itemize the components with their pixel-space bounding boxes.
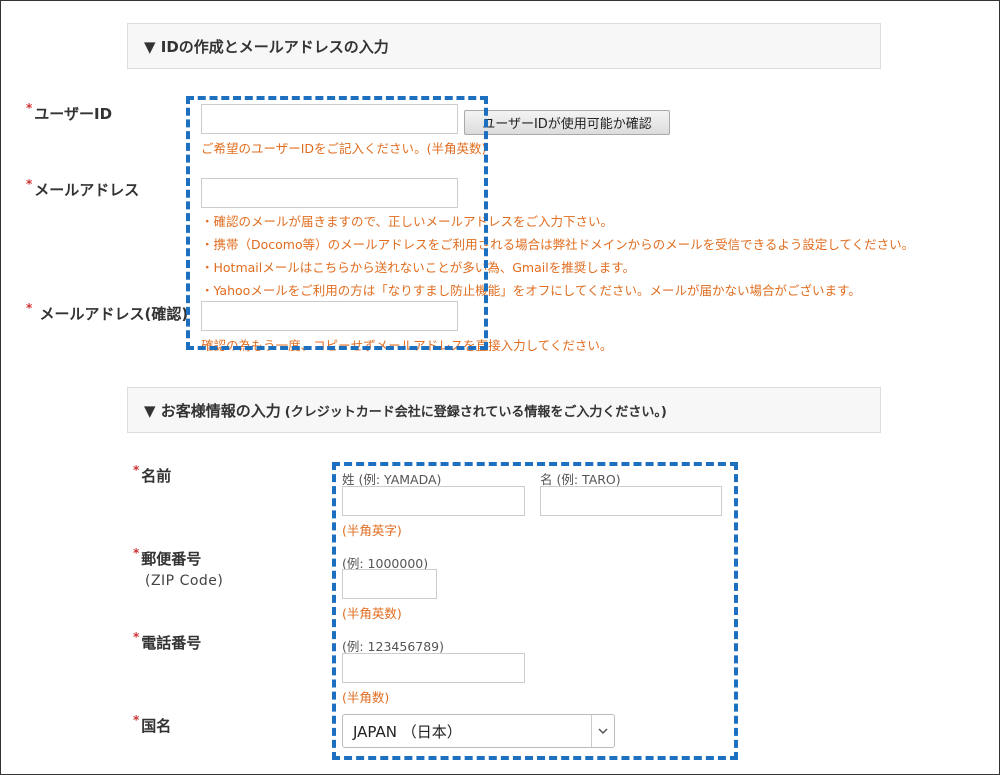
name-note: (半角英字) (342, 523, 402, 538)
country-selected-value: JAPAN （日本） (353, 722, 462, 741)
email-note-3: ・Hotmailメールはこちらから送れないことが多い為、Gmailを推奨します。 (201, 260, 635, 275)
user-id-label: * ユーザーID (26, 101, 113, 123)
zip-sublabel: (ZIP Code) (145, 573, 224, 589)
required-mark: * (26, 301, 33, 315)
section-subtitle: (クレジットカード会社に登録されている情報をご入力ください。) (284, 404, 667, 420)
country-select[interactable]: JAPAN （日本） (342, 714, 615, 748)
user-id-note: ご希望のユーザーIDをご記入ください。(半角英数) (201, 141, 487, 156)
zip-note: (半角英数) (342, 606, 402, 621)
required-mark: * (133, 546, 140, 560)
country-label: * 国名 (133, 713, 172, 735)
zip-label: * 郵便番号 (133, 546, 202, 568)
email-note-2: ・携帯（Docomo等）のメールアドレスをご利用される場合は弊社ドメインからのメ… (201, 237, 915, 252)
section-header-customer-info: ▼ お客様情報の入力 (クレジットカード会社に登録されている情報をご入力ください… (127, 387, 881, 433)
zip-input[interactable] (342, 569, 437, 599)
first-name-input[interactable] (540, 486, 722, 516)
chevron-down-icon[interactable] (591, 715, 614, 747)
required-mark: * (133, 463, 140, 477)
phone-input[interactable] (342, 653, 525, 683)
required-mark: * (133, 630, 140, 644)
phone-label: * 電話番号 (133, 630, 202, 652)
name-label: * 名前 (133, 463, 172, 485)
phone-note: (半角数) (342, 690, 390, 705)
section-title: ▼ お客様情報の入力 (144, 401, 281, 420)
email-confirm-input[interactable] (201, 301, 458, 331)
required-mark: * (26, 101, 33, 115)
email-confirm-label: * メールアドレス(確認) (26, 301, 189, 323)
check-user-id-button[interactable]: ユーザーIDが使用可能か確認 (464, 110, 670, 135)
section-header-id-email: ▼ IDの作成とメールアドレスの入力 (127, 23, 881, 69)
section-title: ▼ IDの作成とメールアドレスの入力 (144, 37, 389, 56)
email-note-1: ・確認のメールが届きますので、正しいメールアドレスをご入力下さい。 (201, 214, 614, 229)
email-label: * メールアドレス (26, 177, 140, 199)
required-mark: * (133, 713, 140, 727)
email-confirm-note: 確認の為もう一度、コピーせずメールアドレスを直接入力してください。 (201, 338, 613, 353)
email-note-4: ・Yahooメールをご利用の方は「なりすまし防止機能」をオフにしてください。メー… (201, 283, 861, 298)
required-mark: * (26, 177, 33, 191)
email-input[interactable] (201, 178, 458, 208)
last-name-input[interactable] (342, 486, 525, 516)
user-id-input[interactable] (201, 104, 458, 134)
